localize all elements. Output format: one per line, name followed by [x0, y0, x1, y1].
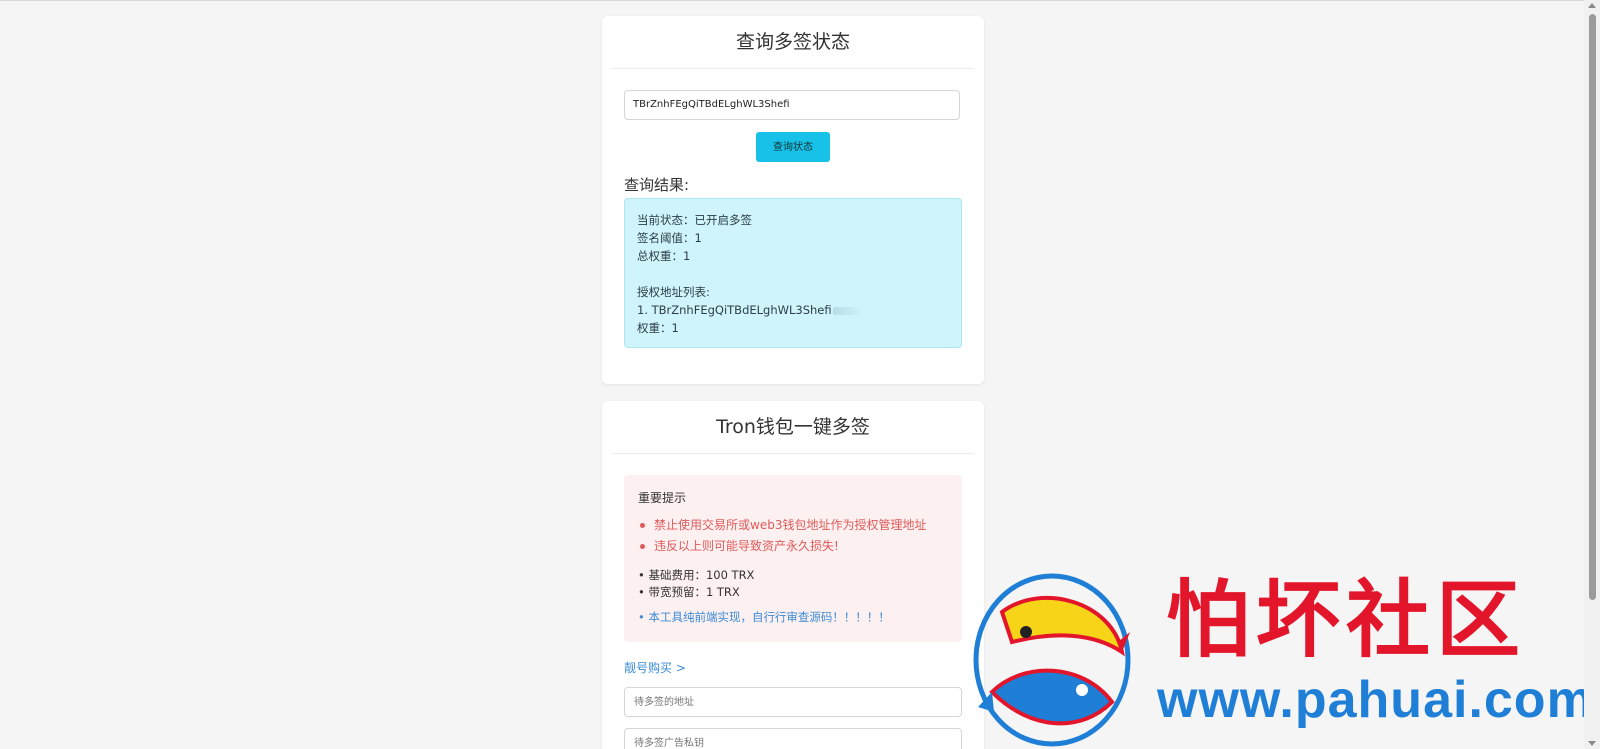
- frontend-note: • 本工具纯前端实现，自行行审查源码！！！！！: [638, 610, 890, 624]
- watermark-brand-url: www.pahuai.com: [1157, 671, 1594, 729]
- auth-item: 1. TBrZnhFEgQiTBdELghWL3Shefi: [637, 301, 949, 319]
- query-status-card: 查询多签状态 查询状态 查询结果: 当前状态：已开启多签 签名阈值：1 总权重：…: [602, 16, 984, 384]
- status-line: 当前状态：已开启多签: [637, 213, 752, 227]
- auth-item-address: 1. TBrZnhFEgQiTBdELghWL3Shefi: [637, 303, 832, 317]
- warning-item: 禁止使用交易所或web3钱包地址作为授权管理地址: [638, 515, 948, 536]
- page: 查询多签状态 查询状态 查询结果: 当前状态：已开启多签 签名阈值：1 总权重：…: [0, 0, 1600, 749]
- watermark-brand-cn: 怕坏社区: [1166, 571, 1527, 669]
- warning-item: 违反以上则可能导致资产永久损失!: [638, 536, 948, 557]
- auth-item-weight: 权重：1: [637, 321, 679, 335]
- private-key-input[interactable]: [624, 728, 962, 749]
- address-input[interactable]: [624, 90, 960, 120]
- site-watermark: 怕坏社区 www.pahuai.com: [960, 562, 1600, 749]
- fee-info: • 基础费用：100 TRX • 带宽预留：1 TRX: [638, 567, 948, 601]
- scroll-down-arrow-icon[interactable]: [1588, 741, 1596, 746]
- result-heading: 查询结果:: [624, 176, 690, 194]
- important-notice: 重要提示 禁止使用交易所或web3钱包地址作为授权管理地址 违反以上则可能导致资…: [624, 475, 962, 642]
- multisig-card: Tron钱包一键多签 重要提示 禁止使用交易所或web3钱包地址作为授权管理地址…: [602, 401, 984, 749]
- query-status-button[interactable]: 查询状态: [756, 132, 830, 162]
- vertical-scrollbar[interactable]: [1584, 0, 1600, 749]
- auth-list-label: 授权地址列表:: [637, 285, 710, 299]
- result-panel: 当前状态：已开启多签 签名阈值：1 总权重：1 授权地址列表: 1. TBrZn…: [624, 198, 962, 348]
- scroll-up-arrow-icon[interactable]: [1588, 3, 1596, 8]
- redacted-address-tail: [832, 306, 865, 315]
- multisig-card-title: Tron钱包一键多签: [612, 401, 974, 454]
- top-divider: [0, 0, 1600, 1]
- base-fee: • 基础费用：100 TRX: [638, 568, 755, 582]
- notice-title: 重要提示: [638, 491, 687, 505]
- bandwidth-reserve: • 带宽预留：1 TRX: [638, 585, 740, 599]
- query-card-title: 查询多签状态: [612, 16, 974, 69]
- multisig-address-input[interactable]: [624, 687, 962, 717]
- fish-logo-icon: [973, 573, 1131, 747]
- buy-vanity-link[interactable]: 靓号购买 >: [624, 659, 686, 676]
- total-weight-line: 总权重：1: [637, 249, 691, 263]
- scroll-thumb[interactable]: [1589, 14, 1596, 600]
- threshold-line: 签名阈值：1: [637, 231, 702, 245]
